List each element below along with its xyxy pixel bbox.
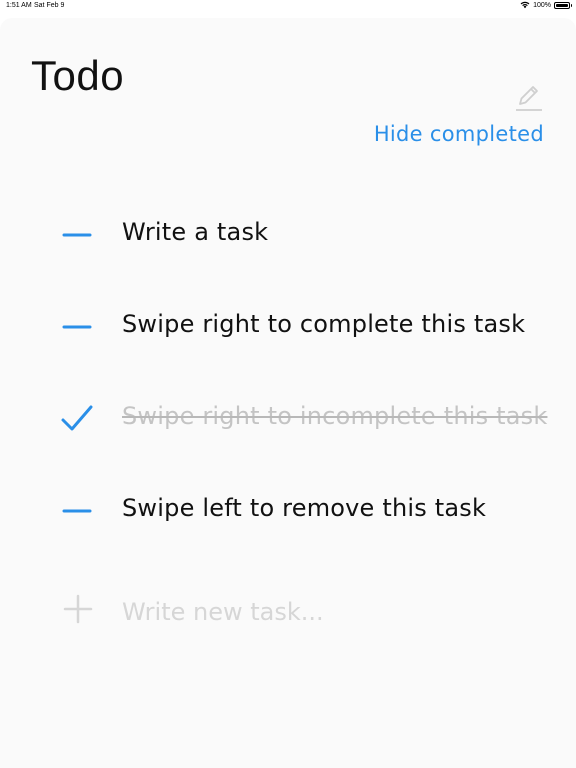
hide-completed-button[interactable]: Hide completed <box>374 122 544 146</box>
task-text: Swipe right to complete this task <box>122 310 526 338</box>
battery-percent: 100% <box>533 1 551 9</box>
wifi-icon <box>520 1 530 9</box>
dash-icon <box>62 325 92 329</box>
task-text-completed: Swipe right to incomplete this task <box>122 402 548 430</box>
dash-icon <box>62 509 92 513</box>
battery-icon <box>554 1 572 9</box>
status-date: Sat Feb 9 <box>34 2 65 9</box>
plus-icon[interactable] <box>62 593 94 625</box>
task-row[interactable]: Swipe right to complete this task <box>0 297 576 357</box>
page-title: Todo <box>31 52 125 99</box>
status-bar: 1:51 AM Sat Feb 9 100% <box>0 0 576 14</box>
dash-icon <box>62 233 92 237</box>
status-time: 1:51 AM <box>6 2 32 9</box>
task-row[interactable]: Swipe left to remove this task <box>0 481 576 541</box>
task-row[interactable]: Swipe right to incomplete this task <box>0 389 576 449</box>
task-text: Write a task <box>122 218 269 246</box>
edit-button[interactable] <box>512 80 546 114</box>
task-text: Swipe left to remove this task <box>122 494 487 522</box>
pencil-icon <box>516 86 542 111</box>
status-right: 100% <box>520 1 572 9</box>
new-task-input[interactable] <box>120 593 524 631</box>
checkmark-icon <box>61 405 93 431</box>
screen: 1:51 AM Sat Feb 9 100% Todo Hide complet… <box>0 0 576 768</box>
task-row[interactable]: Write a task <box>0 205 576 265</box>
